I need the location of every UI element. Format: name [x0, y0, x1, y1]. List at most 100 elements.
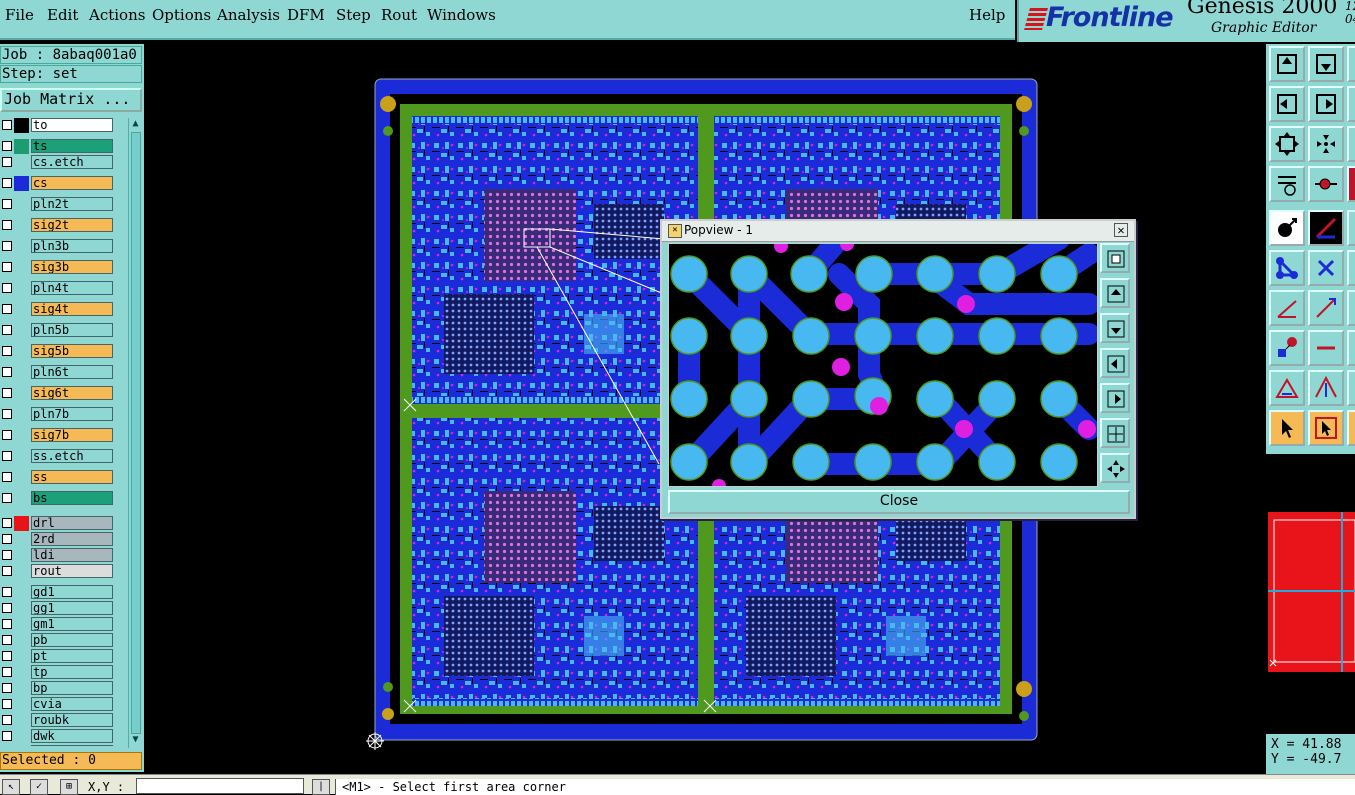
layer-name[interactable]: sig3b [31, 260, 113, 274]
pan-up-tool[interactable] [1269, 46, 1305, 82]
toolbar-button-edge-3[interactable] [1347, 126, 1355, 162]
layer-color-swatch[interactable] [14, 139, 29, 154]
layer-checkbox[interactable] [2, 550, 12, 560]
layer-checkbox[interactable] [2, 534, 12, 544]
toolbar-button-edge-5[interactable] [1347, 210, 1355, 246]
layer-name[interactable]: d [31, 745, 113, 746]
layer-row-ss[interactable]: ss [0, 470, 116, 485]
layer-row-ldi[interactable]: ldi [0, 548, 116, 563]
layer-name[interactable]: sig4t [31, 302, 113, 316]
layer-name[interactable]: rout [31, 564, 113, 578]
layer-name[interactable]: dwk [31, 729, 113, 743]
scroll-down-icon[interactable]: ▼ [129, 734, 142, 746]
triangle-tool[interactable] [1269, 370, 1305, 406]
layer-checkbox[interactable] [2, 157, 12, 167]
layer-row-gd1[interactable]: gd1 [0, 585, 116, 600]
layer-color-swatch[interactable] [14, 155, 29, 170]
menu-edit[interactable]: Edit [47, 6, 78, 24]
layer-color-swatch[interactable] [14, 323, 29, 338]
layer-checkbox[interactable] [2, 472, 12, 482]
layer-row-sig6t[interactable]: sig6t [0, 386, 116, 401]
menu-actions[interactable]: Actions [89, 6, 145, 24]
layer-row-pln3b[interactable]: pln3b [0, 239, 116, 254]
layer-color-swatch[interactable] [14, 344, 29, 359]
layer-row-pb[interactable]: pb [0, 633, 116, 648]
toolbar-button-edge-4[interactable] [1347, 166, 1355, 202]
layer-row-sig4t[interactable]: sig4t [0, 302, 116, 317]
layer-name[interactable]: pt [31, 649, 113, 663]
menu-help[interactable]: Help [969, 6, 1005, 24]
pan-down-button[interactable] [1100, 313, 1130, 343]
layer-row-d[interactable]: d [0, 745, 116, 746]
layer-row-pt[interactable]: pt [0, 649, 116, 664]
layer-checkbox[interactable] [2, 199, 12, 209]
zoom-out-button[interactable] [1100, 418, 1130, 448]
layer-row-rout[interactable]: rout [0, 564, 116, 579]
layer-checkbox[interactable] [2, 220, 12, 230]
select-pad-tool[interactable] [1269, 210, 1305, 246]
window-menu-icon[interactable]: ✕ [668, 224, 682, 238]
layer-color-swatch[interactable] [14, 564, 29, 579]
layer-color-swatch[interactable] [14, 449, 29, 464]
menu-file[interactable]: File [5, 6, 34, 24]
layer-color-swatch[interactable] [14, 470, 29, 485]
arrow-tool[interactable] [1308, 370, 1344, 406]
layer-color-swatch[interactable] [14, 239, 29, 254]
layer-name[interactable]: cs.etch [31, 155, 113, 169]
menu-options[interactable]: Options [152, 6, 211, 24]
popview-titlebar[interactable]: ✕ Popview - 1 ✕ [662, 221, 1134, 242]
layer-color-swatch[interactable] [14, 601, 29, 616]
layer-row-bp[interactable]: bp [0, 681, 116, 696]
layer-row-drl[interactable]: drl [0, 516, 116, 531]
layer-name[interactable]: gm1 [31, 617, 113, 631]
menu-step[interactable]: Step [336, 6, 371, 24]
layer-checkbox[interactable] [2, 667, 12, 677]
layer-name[interactable]: bs [31, 491, 113, 505]
layer-checkbox[interactable] [2, 603, 12, 613]
layer-row-pln4t[interactable]: pln4t [0, 281, 116, 296]
layer-name[interactable]: bp [31, 681, 113, 695]
menu-rout[interactable]: Rout [381, 6, 417, 24]
layer-row-sig5b[interactable]: sig5b [0, 344, 116, 359]
layer-row-sig2t[interactable]: sig2t [0, 218, 116, 233]
layer-name[interactable]: to [31, 118, 113, 132]
move-tool[interactable] [1269, 330, 1305, 366]
layer-checkbox[interactable] [2, 178, 12, 188]
pan-left-button[interactable] [1100, 348, 1130, 378]
layer-checkbox[interactable] [2, 120, 12, 130]
layer-checkbox[interactable] [2, 451, 12, 461]
layer-name[interactable]: pln3b [31, 239, 113, 253]
layer-color-swatch[interactable] [14, 617, 29, 632]
toolbar-button-edge-6[interactable] [1347, 250, 1355, 286]
layer-color-swatch[interactable] [14, 681, 29, 696]
layer-name[interactable]: tp [31, 665, 113, 679]
close-icon[interactable]: ✕ [1114, 223, 1128, 237]
layer-checkbox[interactable] [2, 566, 12, 576]
layer-row-sig7b[interactable]: sig7b [0, 428, 116, 443]
job-matrix-button[interactable]: Job Matrix ... [0, 88, 142, 112]
layer-name[interactable]: roubk [31, 713, 113, 727]
layer-checkbox[interactable] [2, 699, 12, 709]
layer-name[interactable]: pln7b [31, 407, 113, 421]
layer-checkbox[interactable] [2, 388, 12, 398]
layer-checkbox[interactable] [2, 715, 12, 725]
layer-name[interactable]: ss [31, 470, 113, 484]
layer-checkbox[interactable] [2, 141, 12, 151]
layer-color-swatch[interactable] [14, 218, 29, 233]
menu-windows[interactable]: Windows [427, 6, 496, 24]
layer-checkbox[interactable] [2, 430, 12, 440]
zoom-expand-tool[interactable] [1269, 126, 1305, 162]
pan-right-button[interactable] [1100, 383, 1130, 413]
layer-color-swatch[interactable] [14, 176, 29, 191]
zoom-shrink-tool[interactable] [1308, 126, 1344, 162]
layer-name[interactable]: ts [31, 139, 113, 153]
layer-name[interactable]: pln5b [31, 323, 113, 337]
layer-checkbox[interactable] [2, 346, 12, 356]
layer-color-swatch[interactable] [14, 548, 29, 563]
scroll-up-icon[interactable]: ▲ [129, 118, 142, 130]
layer-name[interactable]: sig5b [31, 344, 113, 358]
layer-checkbox[interactable] [2, 587, 12, 597]
xy-input[interactable] [136, 778, 304, 794]
snap-tool[interactable] [1308, 166, 1344, 202]
layer-name[interactable]: sig7b [31, 428, 113, 442]
